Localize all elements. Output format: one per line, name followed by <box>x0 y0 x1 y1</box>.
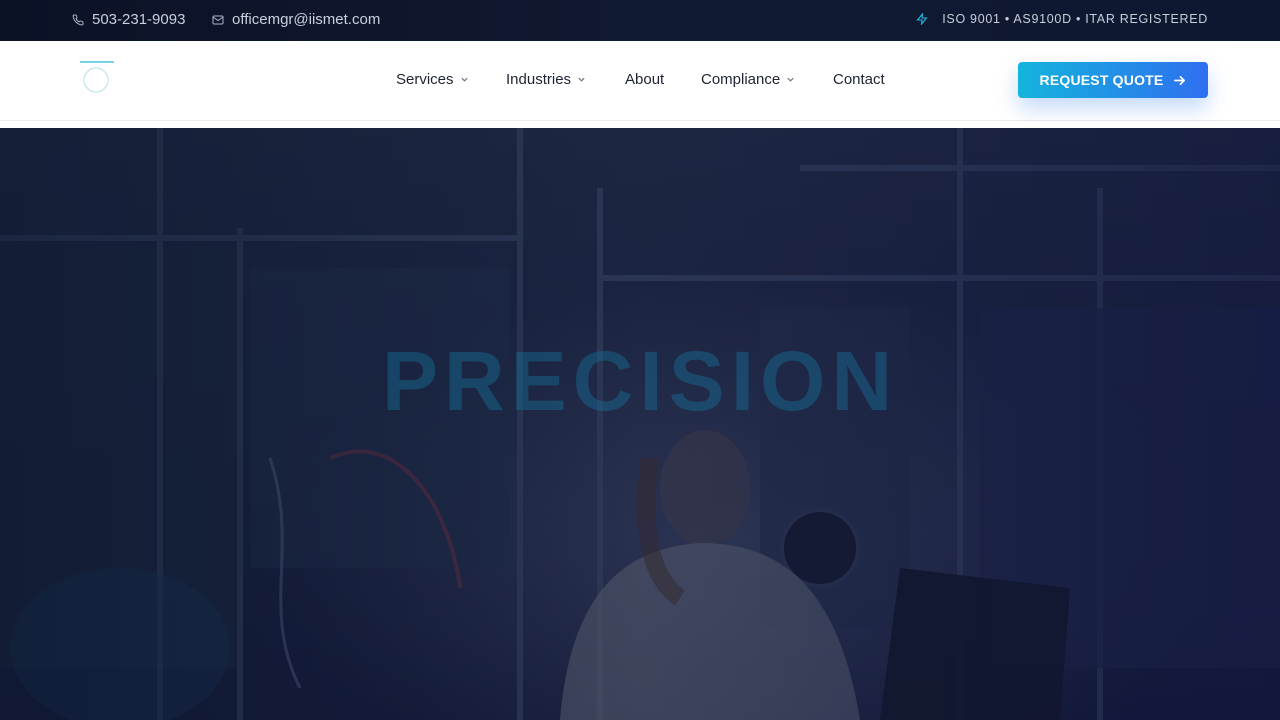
email-link[interactable]: officemgr@iismet.com <box>212 11 380 28</box>
phone-number: 503-231-9093 <box>92 11 186 28</box>
nav-contact[interactable]: Contact <box>833 71 885 88</box>
nav-about-label: About <box>625 71 665 88</box>
request-quote-label: REQUEST QUOTE <box>1039 72 1164 88</box>
mail-icon <box>212 15 224 24</box>
site-header: Services Industries About Compliance Con… <box>0 41 1280 121</box>
nav-industries-label: Industries <box>506 71 572 88</box>
chevron-down-icon <box>460 77 468 82</box>
nav-services[interactable]: Services <box>396 71 469 88</box>
certifications-text: ISO 9001 • AS9100D • ITAR REGISTERED <box>942 12 1208 26</box>
hero-section: PRECISION <box>0 128 1280 720</box>
hero-title: PRECISION <box>381 334 899 428</box>
arrow-right-icon <box>1174 75 1186 85</box>
certifications: ISO 9001 • AS9100D • ITAR REGISTERED <box>916 12 1208 26</box>
header-divider <box>0 121 1280 128</box>
nav-services-label: Services <box>396 71 454 88</box>
nav-about[interactable]: About <box>625 71 664 88</box>
top-contact-bar: 503-231-9093 officemgr@iismet.com ISO 90… <box>0 0 1280 41</box>
nav-industries[interactable]: Industries <box>506 71 586 88</box>
nav-compliance[interactable]: Compliance <box>701 71 795 88</box>
phone-link[interactable]: 503-231-9093 <box>72 11 185 28</box>
nav-compliance-label: Compliance <box>701 71 781 88</box>
request-quote-button[interactable]: REQUEST QUOTE <box>1018 62 1208 98</box>
chevron-down-icon <box>787 77 794 82</box>
email-address: officemgr@iismet.com <box>232 11 381 28</box>
nav-contact-label: Contact <box>833 71 885 88</box>
chevron-down-icon <box>578 77 585 82</box>
phone-icon <box>72 13 84 25</box>
lightning-icon <box>916 13 928 25</box>
